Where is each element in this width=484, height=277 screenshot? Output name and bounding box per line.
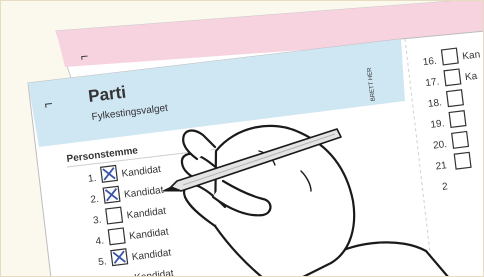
candidate-number: 3.	[92, 215, 102, 227]
candidate-number: 4.	[95, 235, 105, 247]
illustration-frame: ⌐ ⌐ Parti Fylkestingsvalget BRETT HER Pe…	[0, 0, 484, 277]
candidate-name: Kan	[462, 49, 481, 62]
candidate-checkbox[interactable]	[443, 68, 462, 87]
candidate-number: 16.	[422, 56, 437, 69]
candidate-checkbox[interactable]	[107, 227, 126, 246]
candidate-number: 1.	[87, 173, 97, 185]
candidate-name: Ka	[464, 71, 478, 83]
candidate-checkbox[interactable]	[448, 110, 467, 129]
candidate-number: 20.	[432, 139, 447, 152]
candidate-checkbox[interactable]	[451, 130, 470, 149]
candidate-number: 19.	[430, 118, 445, 131]
candidate-checkbox[interactable]	[453, 151, 472, 170]
candidate-number: 17.	[425, 77, 440, 90]
candidate-number: 2.	[90, 194, 100, 206]
candidate-checkbox[interactable]	[105, 206, 124, 225]
candidate-checkbox[interactable]	[445, 89, 464, 108]
candidate-checkbox[interactable]	[440, 47, 459, 66]
candidate-number: 5.	[98, 256, 108, 268]
candidate-number: 18.	[427, 97, 442, 110]
candidate-number: 21	[435, 160, 448, 172]
ballot-illustration: ⌐ ⌐ Parti Fylkestingsvalget BRETT HER Pe…	[27, 1, 483, 276]
